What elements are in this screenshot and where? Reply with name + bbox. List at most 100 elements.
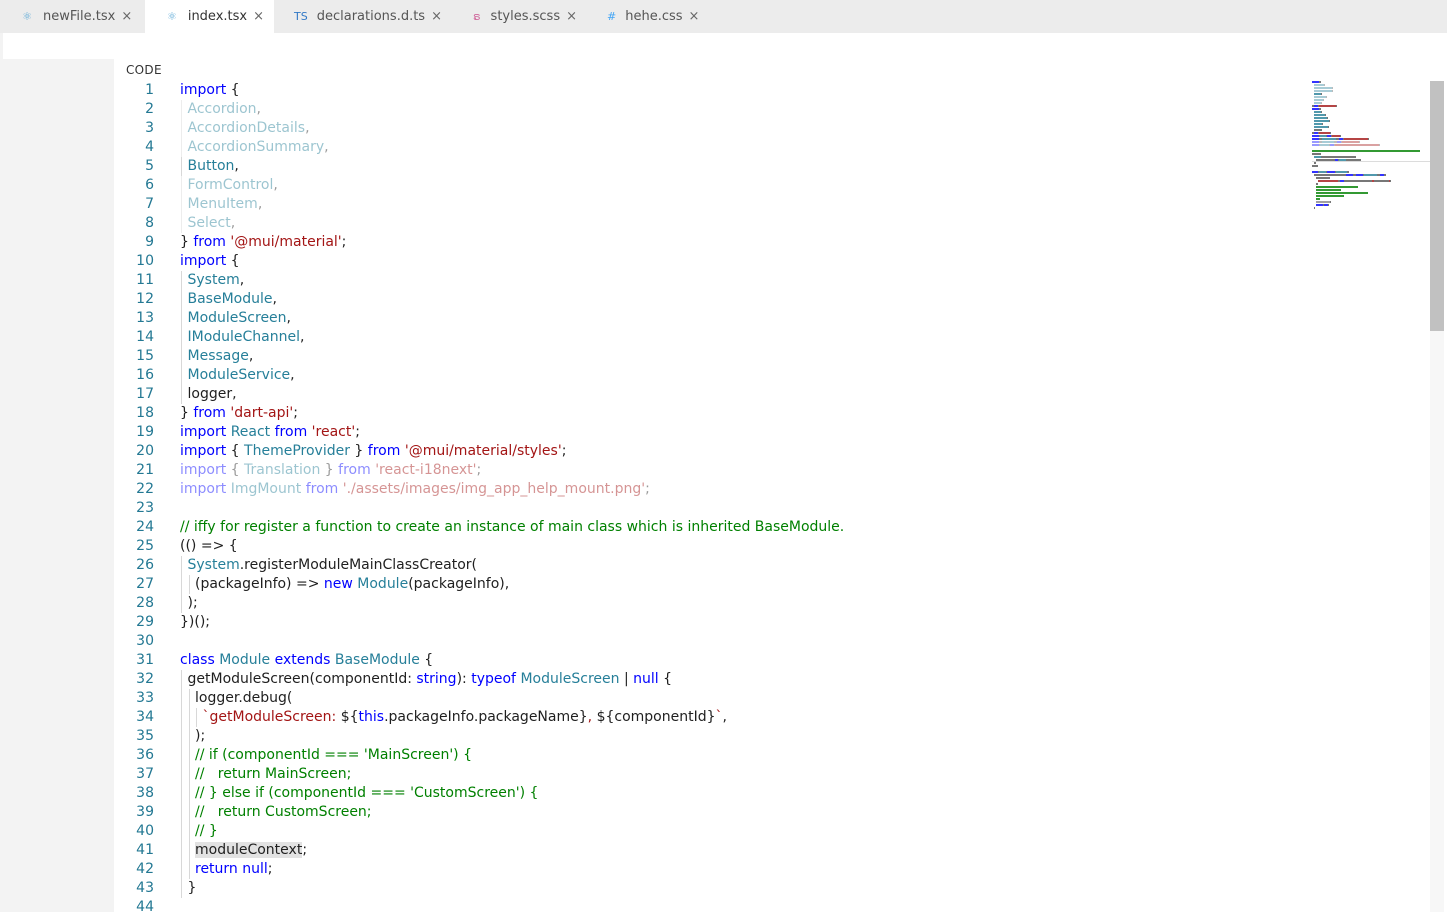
code-line[interactable]: } <box>180 879 1310 898</box>
code-line[interactable]: logger, <box>180 385 1310 404</box>
code-token: Button <box>187 158 235 174</box>
code-line[interactable]: // if (componentId === 'MainScreen') { <box>180 746 1310 765</box>
minimap-line <box>1312 207 1430 209</box>
code-token: , <box>272 291 277 307</box>
code-token: import <box>180 443 227 459</box>
code-token: ; <box>302 842 308 858</box>
code-line[interactable]: IModuleChannel, <box>180 328 1310 347</box>
code-token: from <box>193 234 226 250</box>
code-line[interactable]: ModuleScreen, <box>180 309 1310 328</box>
code-token: ); <box>187 595 198 611</box>
code-token: 'react-i18next' <box>375 462 477 478</box>
code-line[interactable]: BaseModule, <box>180 290 1310 309</box>
code-token: ModuleScreen <box>187 310 287 326</box>
code-line[interactable] <box>180 499 1310 518</box>
code-token: , <box>290 367 295 383</box>
code-line[interactable]: System, <box>180 271 1310 290</box>
code-line[interactable]: import { <box>180 252 1310 271</box>
code-line[interactable]: return null; <box>180 860 1310 879</box>
code-line[interactable]: `getModuleScreen: ${this.packageInfo.pac… <box>180 708 1310 727</box>
code-token: } <box>180 234 194 250</box>
minimap-token <box>1319 171 1326 173</box>
tab-label: index.tsx <box>187 9 248 24</box>
code-token: ${ <box>340 709 359 725</box>
line-number: 30 <box>136 633 154 649</box>
code-line[interactable]: FormControl, <box>180 176 1310 195</box>
code-token: Message <box>187 348 249 364</box>
line-number: 20 <box>136 443 154 459</box>
code-line[interactable]: import { <box>180 81 1310 100</box>
indent-guide <box>188 575 190 594</box>
code-line[interactable]: moduleContext; <box>180 841 1310 860</box>
tab-index-tsx[interactable]: ⚛ index.tsx × <box>145 0 274 33</box>
code-token: ; <box>293 405 298 421</box>
code-line[interactable]: Select, <box>180 214 1310 233</box>
code-line[interactable]: // return CustomScreen; <box>180 803 1310 822</box>
code-line[interactable]: Message, <box>180 347 1310 366</box>
code-line[interactable] <box>180 898 1310 912</box>
code-line[interactable]: // return MainScreen; <box>180 765 1310 784</box>
code-token: { <box>226 82 240 98</box>
code-line[interactable]: (packageInfo) => new Module(packageInfo)… <box>180 575 1310 594</box>
code-token: { <box>419 652 434 668</box>
code-line[interactable]: AccordionDetails, <box>180 119 1310 138</box>
tab-styles-scss[interactable]: ຣ styles.scss × <box>452 0 587 33</box>
indent-guide <box>196 708 197 727</box>
indent-guide <box>188 841 190 860</box>
code-line[interactable]: // } <box>180 822 1310 841</box>
line-number: 26 <box>136 557 154 573</box>
code-editor[interactable]: CODE 1 2 3 4 5 6 7 8 9 10 11 12 13 14 15 16 17 18 19 20 21 22… <box>114 59 1447 912</box>
line-number: 16 <box>136 367 154 383</box>
code-line[interactable]: })(); <box>180 613 1310 632</box>
tab-newfile-tsx[interactable]: ⚛ newFile.tsx × <box>0 0 145 33</box>
minimap-line <box>1312 210 1430 212</box>
code-line[interactable]: import React from 'react'; <box>180 423 1310 442</box>
editor-toolbar <box>3 33 1447 59</box>
indent-guide <box>181 328 182 347</box>
code-line[interactable]: MenuItem, <box>180 195 1310 214</box>
code-token: , <box>239 272 245 288</box>
line-number: 40 <box>136 823 154 839</box>
code-line[interactable]: import { Translation } from 'react-i18ne… <box>180 461 1310 480</box>
code-line[interactable]: Accordion, <box>180 100 1310 119</box>
code-line[interactable]: logger.debug( <box>180 689 1310 708</box>
code-token: ModuleService <box>187 367 291 383</box>
code-line[interactable]: System.registerModuleMainClassCreator( <box>180 556 1310 575</box>
code-panel-title: CODE <box>126 63 162 77</box>
minimap-line <box>1312 198 1430 200</box>
close-icon[interactable]: × <box>121 9 132 24</box>
minimap-token <box>1346 174 1353 176</box>
code-line[interactable]: getModuleScreen(componentId: string): ty… <box>180 670 1310 689</box>
tab-declarations-d-ts[interactable]: TS declarations.d.ts × <box>274 0 452 33</box>
vertical-scrollbar-thumb[interactable] <box>1430 81 1444 331</box>
code-line[interactable]: AccordionSummary, <box>180 138 1310 157</box>
code-line[interactable]: ); <box>180 594 1310 613</box>
line-number: 32 <box>136 671 154 687</box>
code-line[interactable]: Button, <box>180 157 1310 176</box>
code-line[interactable]: import { ThemeProvider } from '@mui/mate… <box>180 442 1310 461</box>
code-token: ` <box>715 709 723 725</box>
close-icon[interactable]: × <box>566 9 577 24</box>
code-line[interactable] <box>180 632 1310 651</box>
close-icon[interactable]: × <box>689 9 700 24</box>
code-lines[interactable]: import {Accordion, AccordionDetails, Accor… <box>180 81 1310 912</box>
code-line[interactable]: ModuleService, <box>180 366 1310 385</box>
code-line[interactable]: // } else if (componentId === 'CustomScr… <box>180 784 1310 803</box>
minimap-viewport[interactable] <box>1312 81 1430 162</box>
close-icon[interactable]: × <box>253 9 264 24</box>
code-line[interactable]: // iffy for register a function to creat… <box>180 518 1310 537</box>
code-line[interactable]: } from '@mui/material'; <box>180 233 1310 252</box>
code-line[interactable]: class Module extends BaseModule { <box>180 651 1310 670</box>
code-line[interactable]: import ImgMount from './assets/images/im… <box>180 480 1310 499</box>
code-line[interactable]: ); <box>180 727 1310 746</box>
tab-hehe-css[interactable]: # hehe.css × <box>587 0 707 33</box>
indent-guide <box>181 385 182 404</box>
indent-guide <box>181 556 182 575</box>
tab-label: styles.scss <box>490 9 561 24</box>
code-line[interactable]: (() => { <box>180 537 1310 556</box>
line-number: 5 <box>145 158 154 174</box>
code-line[interactable]: } from 'dart-api'; <box>180 404 1310 423</box>
close-icon[interactable]: × <box>431 9 442 24</box>
minimap-token <box>1336 171 1347 173</box>
code-token: ); <box>195 728 206 744</box>
